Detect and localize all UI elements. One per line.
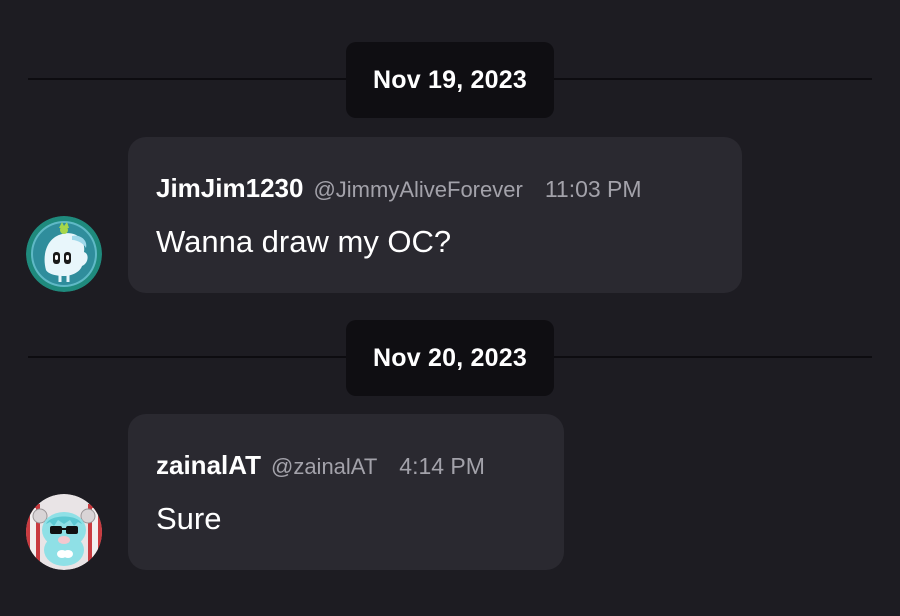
- message-text: Wanna draw my OC?: [156, 224, 452, 259]
- message-meta: zainalAT @zainalAT 4:14 PM: [156, 450, 536, 481]
- username[interactable]: JimJim1230: [156, 173, 303, 204]
- user-handle[interactable]: @JimmyAliveForever: [313, 177, 522, 203]
- user-avatar[interactable]: [26, 494, 102, 570]
- date-label: Nov 20, 2023: [346, 320, 554, 396]
- message-text: Sure: [156, 501, 222, 536]
- message-bubble[interactable]: JimJim1230 @JimmyAliveForever 11:03 PM W…: [128, 137, 742, 293]
- chat-log: Nov 19, 2023 JimJim1230 @JimmyAliveForev…: [0, 0, 900, 616]
- timestamp: 11:03 PM: [544, 176, 642, 202]
- username[interactable]: zainalAT: [156, 450, 261, 481]
- cyan-character-avatar-icon: [26, 494, 102, 570]
- timestamp: 4:14 PM: [399, 453, 485, 479]
- date-separator: Nov 20, 2023: [28, 320, 872, 396]
- teal-ghost-avatar-icon: [26, 216, 102, 292]
- user-handle[interactable]: @zainalAT: [271, 454, 377, 480]
- date-label: Nov 19, 2023: [346, 42, 554, 118]
- user-avatar[interactable]: [26, 216, 102, 292]
- date-separator: Nov 19, 2023: [28, 42, 872, 118]
- message-meta: JimJim1230 @JimmyAliveForever 11:03 PM: [156, 173, 714, 204]
- message-bubble[interactable]: zainalAT @zainalAT 4:14 PM Sure: [128, 414, 564, 570]
